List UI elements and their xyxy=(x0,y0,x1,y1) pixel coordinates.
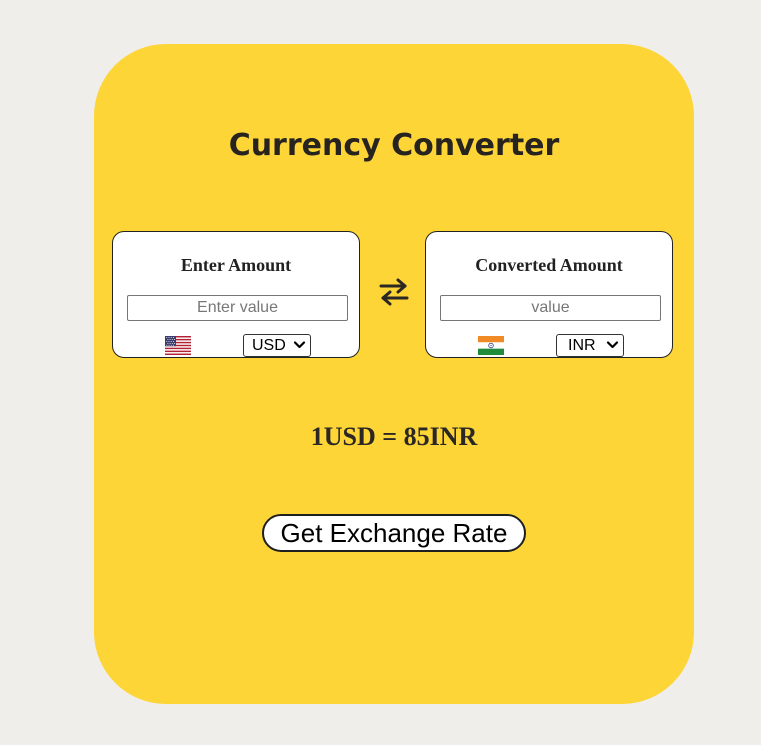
to-amount-label: Converted Amount xyxy=(475,255,623,275)
converted-value-input[interactable] xyxy=(440,295,661,321)
exchange-rate-text: 1USD = 85INR xyxy=(310,422,478,451)
from-currency-select[interactable]: USD xyxy=(243,334,311,357)
india-flag-icon xyxy=(478,336,504,355)
chevron-down-icon xyxy=(606,341,619,349)
amount-input[interactable] xyxy=(127,295,348,321)
converter-card: Currency Converter Enter Amount Enter va… xyxy=(94,44,694,704)
swap-arrows-icon[interactable] xyxy=(378,276,410,308)
page-title: Currency Converter xyxy=(228,128,560,163)
from-amount-label: Enter Amount xyxy=(180,255,292,275)
us-flag-icon xyxy=(165,336,191,355)
get-exchange-rate-button[interactable]: Get Exchange Rate xyxy=(262,514,526,552)
to-currency-value: INR xyxy=(568,337,596,354)
to-currency-select[interactable]: INR xyxy=(556,334,624,357)
chevron-down-icon xyxy=(293,341,306,349)
from-currency-value: USD xyxy=(252,337,286,354)
from-amount-box: Enter Amount Enter value USD xyxy=(112,231,360,358)
to-amount-box: Converted Amount INR xyxy=(425,231,673,358)
